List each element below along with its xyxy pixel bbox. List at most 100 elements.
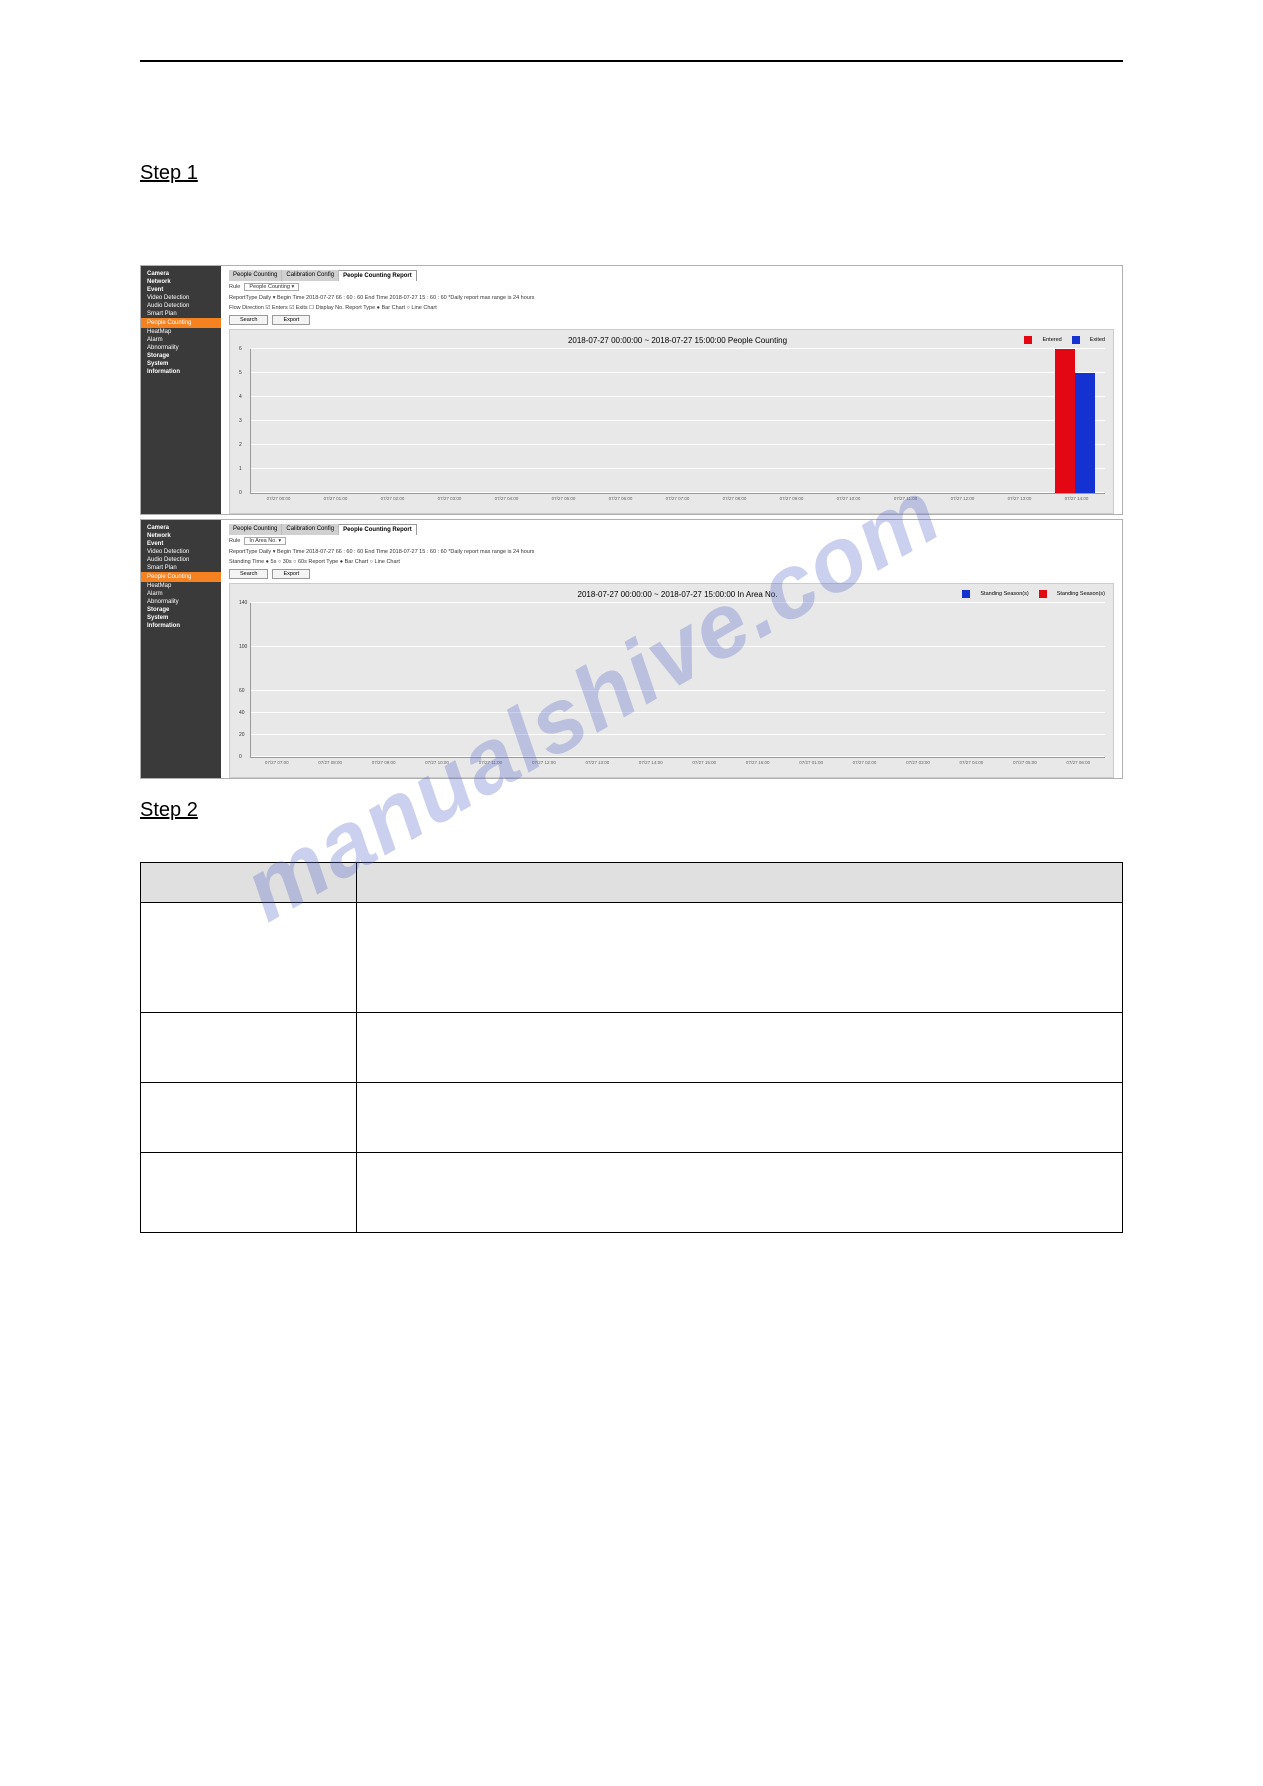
table-header-1 xyxy=(357,863,1123,903)
bar-slot xyxy=(731,603,784,757)
table-row xyxy=(141,1083,1123,1153)
x-tick: 07/27 13:00 xyxy=(991,496,1048,501)
x-tick: 07/27 10:00 xyxy=(410,760,463,765)
x-tick: 07/27 01:00 xyxy=(307,496,364,501)
table-cell-value xyxy=(357,903,1123,1013)
bar-slot xyxy=(466,603,519,757)
bar-slot xyxy=(876,349,933,493)
legend-swatch xyxy=(1039,590,1047,598)
search-button[interactable]: Search xyxy=(229,315,268,325)
sidebar-item[interactable]: Smart Plan xyxy=(141,310,221,318)
x-tick: 07/27 06:00 xyxy=(592,496,649,501)
bar-slot xyxy=(997,603,1050,757)
export-button[interactable]: Export xyxy=(272,569,310,579)
x-tick: 07/27 02:00 xyxy=(364,496,421,501)
bar-slot xyxy=(625,603,678,757)
rule-label: Rule xyxy=(229,284,240,290)
x-tick: 07/27 07:00 xyxy=(250,760,303,765)
tabs: People CountingCalibration ConfigPeople … xyxy=(229,270,1114,281)
x-tick: 07/27 00:00 xyxy=(250,496,307,501)
sidebar-item[interactable]: Abnormality xyxy=(141,344,221,352)
sidebar-item[interactable]: HeatMap xyxy=(141,582,221,590)
rule-select[interactable]: In Area No. ▾ xyxy=(244,537,286,545)
tabs: People CountingCalibration ConfigPeople … xyxy=(229,524,1114,535)
sidebar-item[interactable]: People Counting xyxy=(141,318,221,328)
sidebar-item[interactable]: Event xyxy=(141,540,221,548)
x-tick: 07/27 08:00 xyxy=(303,760,356,765)
screenshot-1: CameraNetworkEventVideo DetectionAudio D… xyxy=(140,265,1123,515)
tab[interactable]: People Counting Report xyxy=(339,524,417,535)
x-tick: 07/27 03:00 xyxy=(421,496,478,501)
filter-row-1: ReportType Daily ▾ Begin Time 2018-07-27… xyxy=(229,547,1114,557)
bar-slot xyxy=(1050,603,1103,757)
sidebar: CameraNetworkEventVideo DetectionAudio D… xyxy=(141,266,221,514)
x-tick: 07/27 02:00 xyxy=(838,760,891,765)
table-row xyxy=(141,1013,1123,1083)
tab[interactable]: Calibration Config xyxy=(282,270,339,281)
sidebar-item[interactable]: Network xyxy=(141,278,221,286)
sidebar-item[interactable]: Audio Detection xyxy=(141,302,221,310)
x-tick: 07/27 03:00 xyxy=(891,760,944,765)
sidebar-item[interactable]: Alarm xyxy=(141,590,221,598)
tab[interactable]: Calibration Config xyxy=(282,524,339,535)
x-tick: 07/27 13:00 xyxy=(571,760,624,765)
chart-1: 2018-07-27 00:00:00 ~ 2018-07-27 15:00:0… xyxy=(229,329,1114,514)
bar-slot xyxy=(253,349,310,493)
sidebar-item[interactable]: System xyxy=(141,360,221,368)
sidebar-item[interactable]: Network xyxy=(141,532,221,540)
sidebar-item[interactable]: Smart Plan xyxy=(141,564,221,572)
search-button[interactable]: Search xyxy=(229,569,268,579)
legend-label: Standing Season(s) xyxy=(1057,591,1105,597)
sidebar-item[interactable]: Camera xyxy=(141,524,221,532)
sidebar-item[interactable]: System xyxy=(141,614,221,622)
bar-slot xyxy=(763,349,820,493)
legend-label: Entered xyxy=(1042,337,1061,343)
x-tick: 07/27 08:00 xyxy=(706,496,763,501)
bar-slot xyxy=(784,603,837,757)
table-cell-value xyxy=(357,1013,1123,1083)
tab[interactable]: People Counting xyxy=(229,270,282,281)
legend: Entered Exited xyxy=(1024,336,1105,344)
sidebar-item[interactable]: HeatMap xyxy=(141,328,221,336)
plot: 0123456 xyxy=(250,349,1105,494)
legend-swatch xyxy=(962,590,970,598)
rule-select[interactable]: People Counting ▾ xyxy=(244,283,299,291)
bar-slot xyxy=(891,603,944,757)
legend-label: Exited xyxy=(1090,337,1105,343)
table-cell-label xyxy=(141,1153,357,1233)
sidebar-item[interactable]: Abnormality xyxy=(141,598,221,606)
sidebar-item[interactable]: Storage xyxy=(141,352,221,360)
sidebar-item[interactable]: Information xyxy=(141,622,221,630)
table-cell-label xyxy=(141,1083,357,1153)
tab[interactable]: People Counting Report xyxy=(339,270,417,281)
sidebar-item[interactable]: Video Detection xyxy=(141,548,221,556)
bar-slot xyxy=(536,349,593,493)
bar-slot xyxy=(519,603,572,757)
sidebar-item[interactable]: Alarm xyxy=(141,336,221,344)
parameter-table xyxy=(140,862,1123,1233)
x-tick: 07/27 15:00 xyxy=(678,760,731,765)
bar-slot xyxy=(820,349,877,493)
table-cell-label xyxy=(141,1013,357,1083)
sidebar-item[interactable]: Event xyxy=(141,286,221,294)
step2-heading: Step 2 xyxy=(140,799,1123,822)
filter-row-1: ReportType Daily ▾ Begin Time 2018-07-27… xyxy=(229,293,1114,303)
step1-heading: Step 1 xyxy=(140,162,1123,185)
sidebar-item[interactable]: Camera xyxy=(141,270,221,278)
tab[interactable]: People Counting xyxy=(229,524,282,535)
bar-slot xyxy=(310,349,367,493)
sidebar-item[interactable]: Video Detection xyxy=(141,294,221,302)
sidebar-item[interactable]: People Counting xyxy=(141,572,221,582)
bar-slot xyxy=(706,349,763,493)
x-tick: 07/27 10:00 xyxy=(820,496,877,501)
sidebar-item[interactable]: Information xyxy=(141,368,221,376)
sidebar-item[interactable]: Storage xyxy=(141,606,221,614)
plot: 0204060100140 xyxy=(250,603,1105,758)
sidebar-item[interactable]: Audio Detection xyxy=(141,556,221,564)
bar-slot xyxy=(990,349,1047,493)
export-button[interactable]: Export xyxy=(272,315,310,325)
bar-slot xyxy=(650,349,707,493)
bar-slot xyxy=(366,349,423,493)
table-cell-label xyxy=(141,903,357,1013)
x-tick: 07/27 16:00 xyxy=(731,760,784,765)
